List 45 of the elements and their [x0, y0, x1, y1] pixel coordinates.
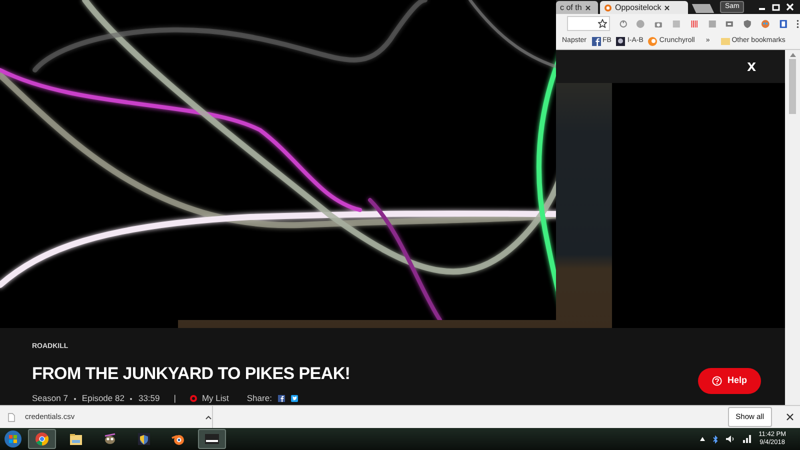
- window-icon: [205, 432, 219, 446]
- restore-icon[interactable]: [772, 3, 780, 11]
- question-icon: [712, 376, 722, 386]
- facebook-icon[interactable]: [278, 395, 285, 402]
- episode-info: 33:59: [138, 392, 160, 405]
- folder-icon: [720, 37, 730, 45]
- site-icon: [648, 36, 658, 46]
- browser-tab[interactable]: Oppositelock: [600, 1, 688, 14]
- browser-tab[interactable]: c of th: [556, 1, 598, 14]
- share-label: Share:: [246, 392, 272, 405]
- shield-icon: [137, 432, 151, 446]
- site-icon: [604, 4, 612, 12]
- episode-title: FROM THE JUNKYARD TO PIKES PEAK!: [32, 362, 350, 385]
- close-icon[interactable]: [786, 413, 794, 421]
- close-button[interactable]: x: [743, 58, 760, 75]
- folder-icon: [69, 432, 83, 446]
- twitter-icon[interactable]: [290, 395, 298, 402]
- new-tab-button[interactable]: [692, 4, 714, 13]
- episode-info: Episode 82: [82, 392, 124, 405]
- star-icon[interactable]: [598, 19, 607, 28]
- chrome-icon: [35, 432, 49, 446]
- scrollbar[interactable]: [785, 50, 800, 405]
- menu-icon[interactable]: [796, 18, 800, 28]
- help-button[interactable]: Help: [698, 368, 761, 394]
- file-icon: [8, 412, 15, 422]
- close-icon[interactable]: [584, 4, 591, 10]
- scroll-up-icon[interactable]: [790, 53, 796, 57]
- taskbar-app[interactable]: [198, 429, 226, 449]
- network-icon[interactable]: [742, 435, 751, 443]
- facebook-icon: [592, 36, 601, 46]
- address-field[interactable]: [567, 16, 610, 31]
- my-list-link[interactable]: My List: [190, 392, 229, 405]
- speaker-icon[interactable]: [726, 435, 735, 443]
- start-button[interactable]: [4, 430, 22, 448]
- separator: |: [174, 392, 176, 405]
- episode-info: Season 7: [32, 392, 68, 405]
- robot-icon: [616, 36, 626, 46]
- close-icon[interactable]: [664, 4, 670, 10]
- chevron-up-icon[interactable]: [700, 437, 705, 441]
- scrollbar-thumb[interactable]: [789, 59, 796, 114]
- plus-circle-icon: [190, 395, 197, 402]
- paint-animal-icon: [103, 432, 117, 446]
- bluetooth-icon[interactable]: [712, 434, 718, 444]
- caret-up-icon[interactable]: [205, 414, 212, 420]
- blender-icon: [171, 432, 185, 446]
